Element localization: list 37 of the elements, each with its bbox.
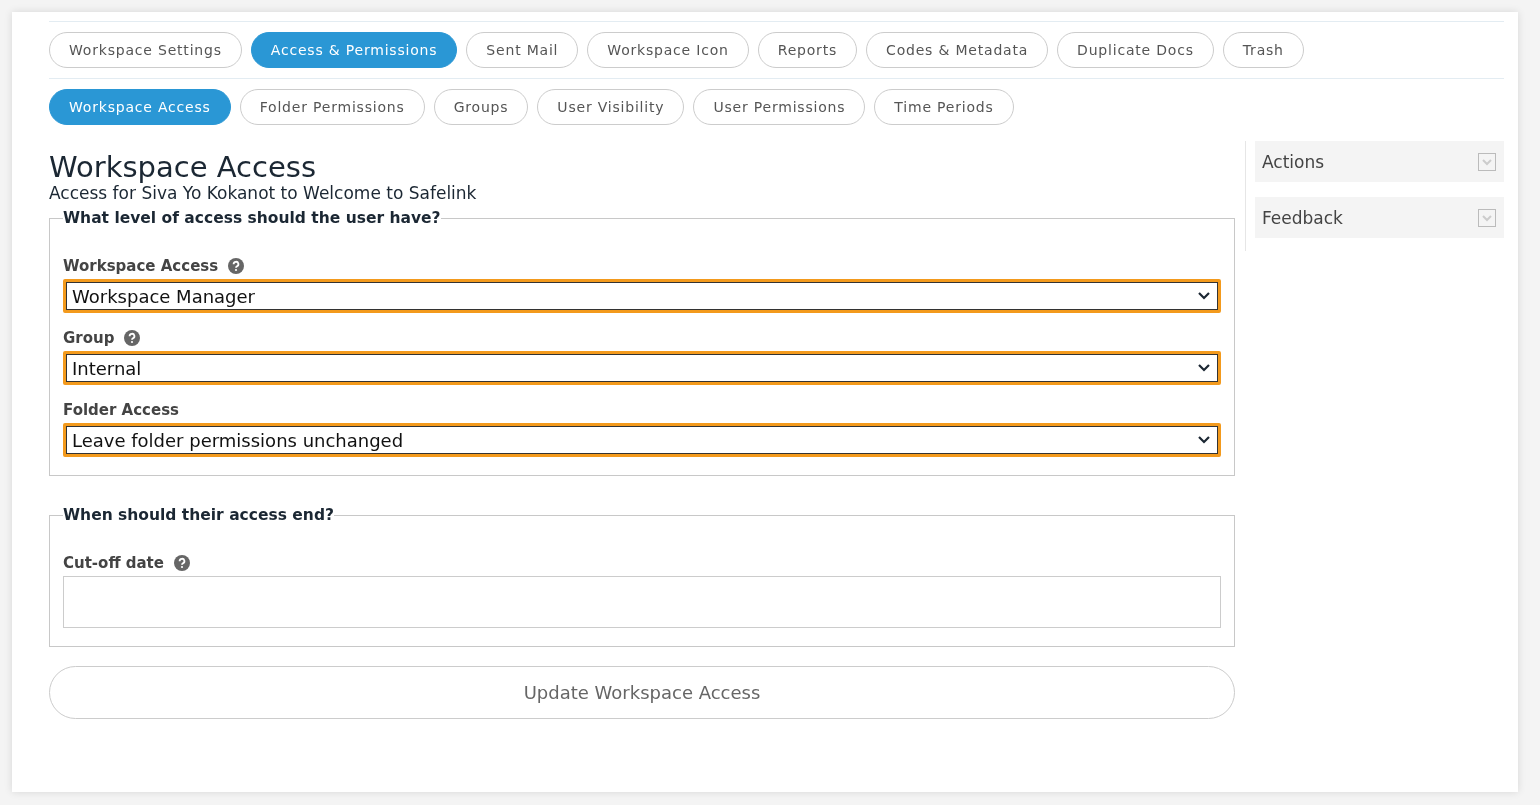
nav-tab[interactable]: Codes & Metadata xyxy=(866,32,1049,68)
select-field[interactable]: Internal xyxy=(63,351,1221,385)
sidebar-panel[interactable]: Feedback xyxy=(1255,197,1504,238)
select-field[interactable]: Leave folder permissions unchanged xyxy=(63,423,1221,457)
field-label: Folder Access xyxy=(63,401,180,419)
select-field[interactable]: Workspace Manager xyxy=(63,279,1221,313)
toggle-icon[interactable] xyxy=(1478,208,1496,227)
page-title: Workspace Access xyxy=(49,151,317,183)
help-icon[interactable] xyxy=(173,555,190,571)
nav-tab[interactable]: Duplicate Docs xyxy=(1057,32,1214,68)
nav-tab[interactable]: Sent Mail xyxy=(466,32,579,68)
nav-tab[interactable]: Workspace Settings xyxy=(49,32,242,68)
section-legend: When should their access end? xyxy=(63,506,334,524)
nav-tab[interactable]: Reports xyxy=(757,32,858,68)
section-legend: What level of access should the user have? xyxy=(63,209,441,227)
field-label: Group xyxy=(63,329,115,347)
field-label: Cut-off date xyxy=(63,554,164,572)
chevron-down-icon xyxy=(1198,292,1210,300)
sub-tab[interactable]: User Visibility xyxy=(537,89,685,125)
panel-title: Feedback xyxy=(1262,207,1343,228)
page-subtitle: Access for Siva Yo Kokanot to Welcome to Safelink xyxy=(49,183,478,203)
panel-title: Actions xyxy=(1262,151,1325,172)
sub-tab[interactable]: Time Periods xyxy=(874,89,1014,125)
chevron-down-icon xyxy=(1198,436,1210,444)
help-icon[interactable] xyxy=(228,258,245,274)
sub-tab[interactable]: User Permissions xyxy=(693,89,866,125)
sub-tab[interactable]: Folder Permissions xyxy=(239,89,425,125)
nav-tab[interactable]: Workspace Icon xyxy=(587,32,749,68)
sub-tab[interactable]: Groups xyxy=(433,89,529,125)
sidebar-panel[interactable]: Actions xyxy=(1255,141,1504,182)
date-input-field[interactable] xyxy=(63,576,1221,628)
toggle-icon[interactable] xyxy=(1478,152,1496,171)
chevron-down-icon xyxy=(1198,364,1210,372)
nav-tab[interactable]: Trash xyxy=(1222,32,1304,68)
update-button[interactable]: Update Workspace Access xyxy=(49,666,1235,719)
field-label: Workspace Access xyxy=(63,257,219,275)
help-icon[interactable] xyxy=(124,330,141,346)
